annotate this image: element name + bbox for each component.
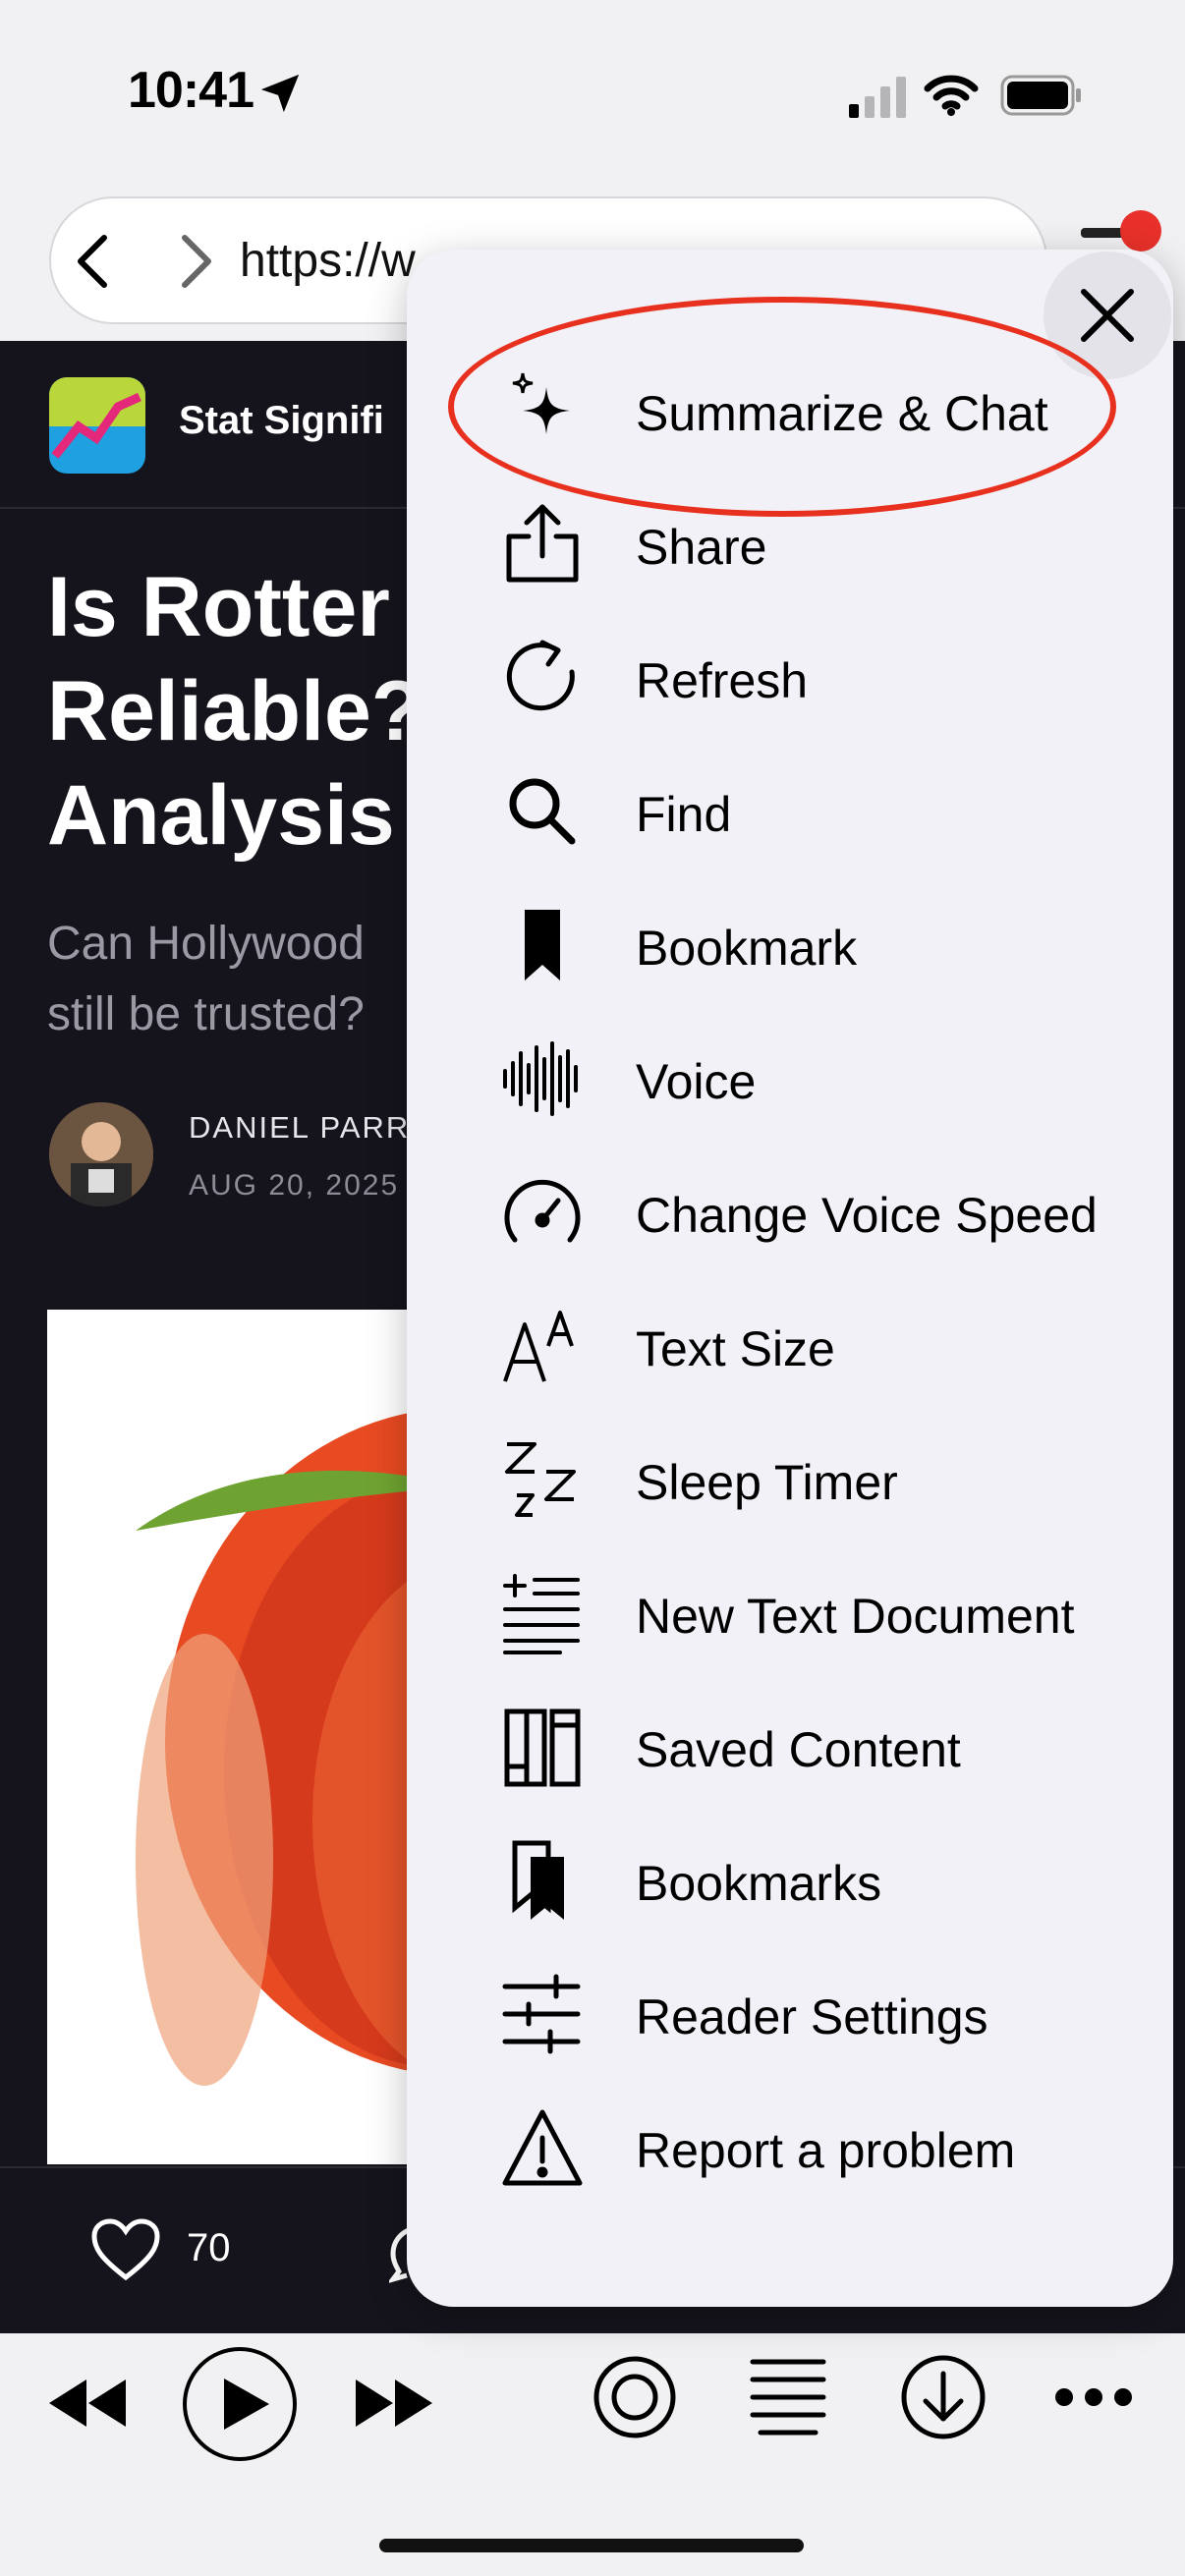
like-count: 70	[187, 2226, 231, 2269]
home-indicator	[379, 2539, 804, 2552]
text-lines-icon[interactable]	[749, 2356, 827, 2438]
menu-item-label: Bookmarks	[636, 1856, 882, 1911]
menu-item-label: Bookmark	[636, 921, 858, 976]
menu-item-label: Share	[636, 520, 767, 575]
location-arrow-icon	[260, 74, 300, 113]
play-icon[interactable]	[181, 2345, 299, 2463]
menu-item-label: Sleep Timer	[636, 1455, 898, 1510]
menu-item-find[interactable]: Find	[472, 751, 1159, 868]
menu-item-label: New Text Document	[636, 1589, 1075, 1644]
status-time: 10:41	[128, 62, 254, 119]
menu-item-voice[interactable]: Voice	[472, 1018, 1159, 1136]
menu-item-label: Change Voice Speed	[636, 1188, 1098, 1243]
refresh-icon	[506, 640, 575, 711]
speedometer-icon	[504, 1179, 581, 1243]
menu-item-bookmarks[interactable]: Bookmarks	[472, 1820, 1159, 1937]
menu-item-label: Report a problem	[636, 2123, 1016, 2178]
waveform-icon	[503, 1041, 578, 1116]
menu-item-voice-speed[interactable]: Change Voice Speed	[472, 1151, 1159, 1269]
warning-icon	[502, 2109, 583, 2186]
author-avatar[interactable]	[49, 1102, 153, 1206]
menu-item-new-text-document[interactable]: New Text Document	[472, 1552, 1159, 1670]
cellular-signal-icon	[849, 77, 906, 118]
menu-item-report-problem[interactable]: Report a problem	[472, 2087, 1159, 2205]
notification-badge	[1120, 210, 1161, 252]
article-subtitle: Can Hollywood still be trusted?	[47, 918, 365, 1040]
menu-item-label: Refresh	[636, 653, 809, 708]
heart-icon[interactable]	[90, 2218, 161, 2281]
author-name[interactable]: DANIEL PARR	[189, 1110, 410, 1146]
menu-item-sleep-timer[interactable]: Sleep Timer	[472, 1419, 1159, 1537]
record-icon[interactable]	[592, 2355, 677, 2439]
menu-item-bookmark[interactable]: Bookmark	[472, 884, 1159, 1002]
wifi-icon	[924, 75, 979, 116]
menu-item-label: Reader Settings	[636, 1989, 988, 2044]
text-document-icon	[503, 1574, 580, 1654]
bookmarks-icon	[512, 1840, 564, 1920]
library-icon	[504, 1708, 581, 1787]
forward-arrow-icon[interactable]	[175, 232, 218, 291]
publication-logo[interactable]	[49, 377, 145, 474]
text-size-icon	[503, 1311, 574, 1382]
sleep-icon	[505, 1442, 576, 1517]
menu-item-label: Voice	[636, 1054, 757, 1109]
menu-item-label: Saved Content	[636, 1722, 961, 1777]
close-icon	[1081, 289, 1134, 342]
article-headline: Is Rotter Reliable? Analysis	[47, 560, 423, 863]
menu-item-label: Find	[636, 787, 732, 842]
menu-item-reader-settings[interactable]: Reader Settings	[472, 1953, 1159, 2071]
menu-item-refresh[interactable]: Refresh	[472, 617, 1159, 735]
battery-icon	[1000, 75, 1081, 116]
publish-date: AUG 20, 2025	[189, 1169, 400, 1202]
share-icon	[506, 504, 579, 583]
sliders-icon	[502, 1974, 581, 2054]
search-icon	[509, 778, 576, 845]
download-icon[interactable]	[900, 2354, 987, 2440]
back-arrow-icon[interactable]	[71, 232, 114, 291]
rewind-icon[interactable]	[45, 2374, 130, 2433]
bookmark-icon	[525, 910, 560, 980]
publication-name[interactable]: Stat Signifi	[179, 399, 384, 443]
menu-item-share[interactable]: Share	[472, 483, 1159, 601]
url-text: https://w	[240, 235, 416, 287]
menu-item-saved-content[interactable]: Saved Content	[472, 1686, 1159, 1804]
menu-item-text-size[interactable]: Text Size	[472, 1285, 1159, 1403]
more-icon[interactable]	[1053, 2385, 1134, 2409]
menu-item-label: Text Size	[636, 1321, 835, 1376]
fast-forward-icon[interactable]	[352, 2374, 436, 2433]
status-bar: 10:41	[0, 0, 1185, 187]
menu-button[interactable]	[1081, 228, 1124, 238]
